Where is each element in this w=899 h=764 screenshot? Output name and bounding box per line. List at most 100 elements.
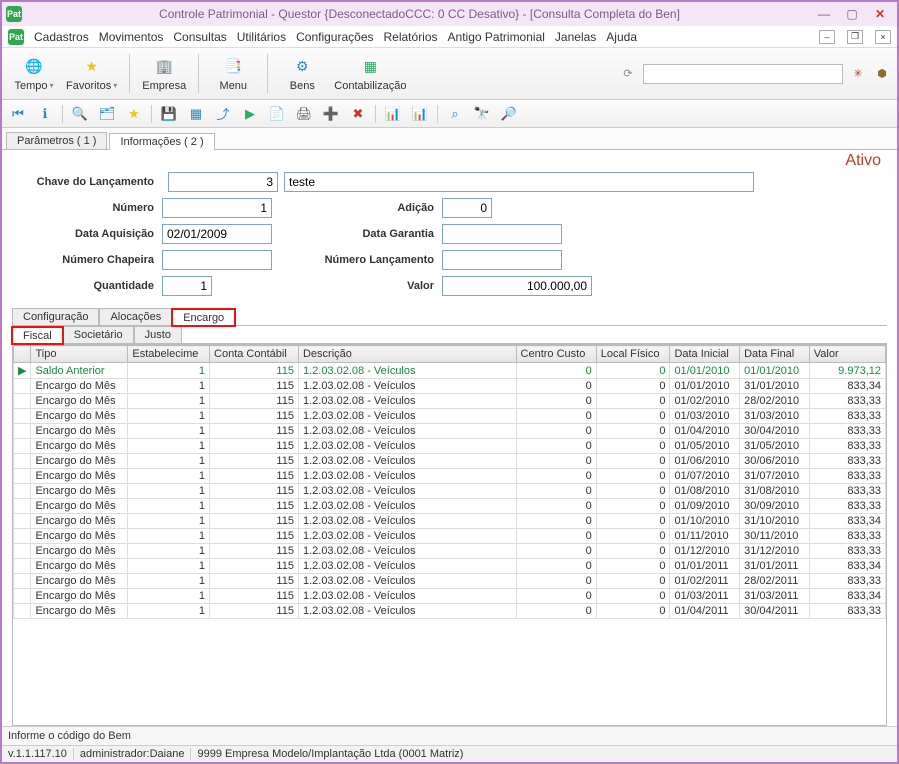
col-conta[interactable]: Conta Contábil [210, 346, 299, 363]
subtab-societario[interactable]: Societário [63, 326, 134, 343]
col-desc[interactable]: Descrição [298, 346, 516, 363]
cell-valor: 833,33 [809, 604, 885, 619]
toolbar-contabilizacao[interactable]: ▦ Contabilização [330, 50, 410, 97]
col-dfin[interactable]: Data Final [740, 346, 810, 363]
print-icon[interactable]: 🖨 [292, 103, 316, 125]
star-small-icon[interactable]: ★ [122, 103, 146, 125]
save-icon[interactable]: 💾 [157, 103, 181, 125]
valor-input[interactable] [442, 276, 592, 296]
content-area: Ativo Chave do Lançamento Número Adição … [2, 150, 897, 726]
cell-valor: 833,33 [809, 469, 885, 484]
col-marker[interactable] [14, 346, 31, 363]
menu-movimentos[interactable]: Movimentos [99, 30, 164, 44]
cell-local: 0 [596, 529, 670, 544]
toolbar-empresa[interactable]: 🏢 Empresa [138, 50, 190, 97]
settings-icon[interactable]: ✳ [849, 65, 867, 83]
subtab-encargo[interactable]: Encargo [172, 309, 235, 326]
adicao-input[interactable] [442, 198, 492, 218]
chave-input[interactable] [168, 172, 278, 192]
data-aquisicao-input[interactable] [162, 224, 272, 244]
subtab-fiscal[interactable]: Fiscal [12, 327, 63, 344]
table-row[interactable]: Encargo do Mês11151.2.03.02.08 - Veículo… [14, 529, 886, 544]
table-row[interactable]: Encargo do Mês11151.2.03.02.08 - Veículo… [14, 544, 886, 559]
menu-antigo-patrimonial[interactable]: Antigo Patrimonial [448, 30, 545, 44]
chave-desc-input[interactable] [284, 172, 754, 192]
toolbar-favoritos[interactable]: ★ Favoritos▾ [62, 50, 121, 97]
close-button[interactable]: ✕ [867, 5, 893, 23]
menu-relatorios[interactable]: Relatórios [384, 30, 438, 44]
table-row[interactable]: Encargo do Mês11151.2.03.02.08 - Veículo… [14, 514, 886, 529]
cell-conta: 115 [210, 559, 299, 574]
menu-utilitarios[interactable]: Utilitários [237, 30, 286, 44]
table-row[interactable]: Encargo do Mês11151.2.03.02.08 - Veículo… [14, 499, 886, 514]
tab-parametros[interactable]: Parâmetros ( 1 ) [6, 132, 107, 149]
preview-icon[interactable]: 🔍 [68, 103, 92, 125]
grid-container[interactable]: Tipo Estabelecime Conta Contábil Descriç… [12, 344, 887, 726]
cell-local: 0 [596, 439, 670, 454]
export-icon[interactable]: ⤴ [211, 103, 235, 125]
find-icon[interactable]: 🔎 [497, 103, 521, 125]
toolbar-tempo[interactable]: 🌐 Tempo▾ [8, 50, 60, 97]
chart2-icon[interactable]: 📊 [408, 103, 432, 125]
chapeira-input[interactable] [162, 250, 272, 270]
menu-cadastros[interactable]: Cadastros [34, 30, 89, 44]
menu-janelas[interactable]: Janelas [555, 30, 596, 44]
chart1-icon[interactable]: 📊 [381, 103, 405, 125]
num-lancamento-input[interactable] [442, 250, 562, 270]
table-row[interactable]: Encargo do Mês11151.2.03.02.08 - Veículo… [14, 424, 886, 439]
table-row[interactable]: Encargo do Mês11151.2.03.02.08 - Veículo… [14, 409, 886, 424]
col-dini[interactable]: Data Inicial [670, 346, 740, 363]
first-record-icon[interactable]: ⏮ [6, 103, 30, 125]
chapeira-label: Número Chapeira [12, 254, 162, 266]
menu-ajuda[interactable]: Ajuda [606, 30, 637, 44]
table-row[interactable]: Encargo do Mês11151.2.03.02.08 - Veículo… [14, 604, 886, 619]
tree-icon[interactable]: 🗂 [95, 103, 119, 125]
subtab-alocacoes[interactable]: Alocações [99, 308, 172, 325]
col-local[interactable]: Local Físico [596, 346, 670, 363]
subtab-configuracao[interactable]: Configuração [12, 308, 99, 325]
info-icon[interactable]: ℹ [33, 103, 57, 125]
mdi-close[interactable]: × [875, 30, 891, 44]
table-row[interactable]: Encargo do Mês11151.2.03.02.08 - Veículo… [14, 394, 886, 409]
toolbar-bens[interactable]: ⚙ Bens [276, 50, 328, 97]
secondary-toolbar: ⏮ ℹ 🔍 🗂 ★ 💾 ▦ ⤴ ▶ 📄 🖨 ➕ ✖ 📊 📊 ⌕ 🔭 🔎 [2, 100, 897, 128]
report-icon[interactable]: 📄 [265, 103, 289, 125]
mdi-restore[interactable]: ❐ [847, 30, 863, 44]
col-valor[interactable]: Valor [809, 346, 885, 363]
col-tipo[interactable]: Tipo [31, 346, 128, 363]
delete-icon[interactable]: ✖ [346, 103, 370, 125]
col-centro[interactable]: Centro Custo [516, 346, 596, 363]
table-row[interactable]: Encargo do Mês11151.2.03.02.08 - Veículo… [14, 469, 886, 484]
table-row[interactable]: Encargo do Mês11151.2.03.02.08 - Veículo… [14, 484, 886, 499]
col-estab[interactable]: Estabelecime [128, 346, 210, 363]
tab-informacoes[interactable]: Informações ( 2 ) [109, 133, 214, 150]
numero-input[interactable] [162, 198, 272, 218]
mdi-minimize[interactable]: – [819, 30, 835, 44]
table-row[interactable]: ▶Saldo Anterior11151.2.03.02.08 - Veícul… [14, 363, 886, 379]
grid-icon[interactable]: ▦ [184, 103, 208, 125]
refresh-icon[interactable]: ⟳ [619, 65, 637, 83]
filter-icon[interactable]: ⌕ [443, 103, 467, 125]
menu-configuracoes[interactable]: Configurações [296, 30, 373, 44]
menu-consultas[interactable]: Consultas [173, 30, 226, 44]
play-icon[interactable]: ▶ [238, 103, 262, 125]
table-row[interactable]: Encargo do Mês11151.2.03.02.08 - Veículo… [14, 559, 886, 574]
table-row[interactable]: Encargo do Mês11151.2.03.02.08 - Veículo… [14, 589, 886, 604]
subtab-justo[interactable]: Justo [134, 326, 182, 343]
cell-tipo: Encargo do Mês [31, 439, 128, 454]
data-garantia-input[interactable] [442, 224, 562, 244]
minimize-button[interactable]: — [811, 5, 837, 23]
toolbar-menu[interactable]: 📑 Menu [207, 50, 259, 97]
maximize-button[interactable]: ▢ [839, 5, 865, 23]
table-row[interactable]: Encargo do Mês11151.2.03.02.08 - Veículo… [14, 574, 886, 589]
quantidade-input[interactable] [162, 276, 212, 296]
toolbar-search-input[interactable] [643, 64, 843, 84]
cube-icon[interactable]: ⬢ [873, 65, 891, 83]
table-row[interactable]: Encargo do Mês11151.2.03.02.08 - Veículo… [14, 439, 886, 454]
binoculars-icon[interactable]: 🔭 [470, 103, 494, 125]
status-empresa: 9999 Empresa Modelo/Implantação Ltda (00… [197, 748, 463, 760]
add-icon[interactable]: ➕ [319, 103, 343, 125]
cell-conta: 115 [210, 604, 299, 619]
table-row[interactable]: Encargo do Mês11151.2.03.02.08 - Veículo… [14, 454, 886, 469]
table-row[interactable]: Encargo do Mês11151.2.03.02.08 - Veículo… [14, 379, 886, 394]
